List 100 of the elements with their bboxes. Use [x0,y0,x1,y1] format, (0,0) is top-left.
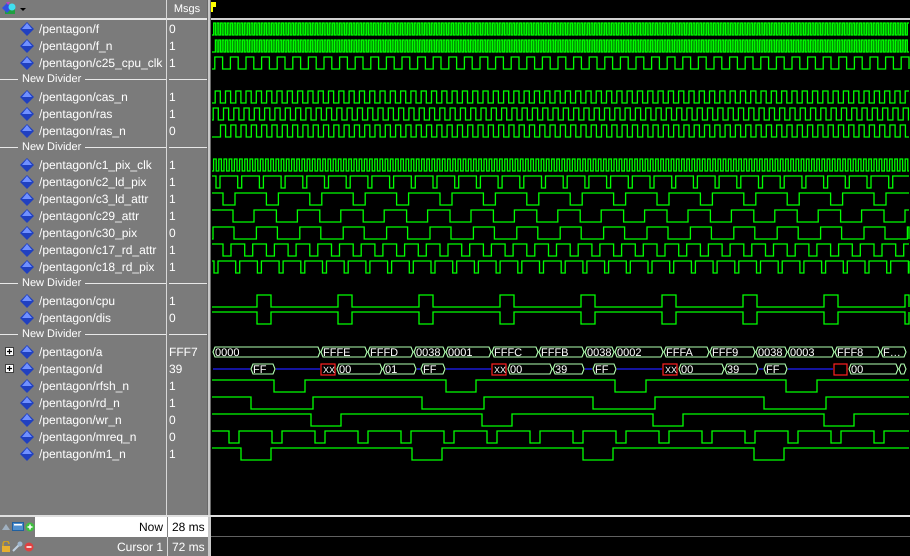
signal-name[interactable]: /pentagon/m1_n [39,444,126,462]
signal-value: 1 [169,54,176,72]
signal-icon [20,56,34,70]
signal-icon [20,242,34,256]
signal-name[interactable]: /pentagon/ras_n [39,122,126,140]
divider-label: New Divider [22,140,82,156]
bus-value-segment: 00 [678,363,725,376]
signal-icon [20,38,34,52]
signal-value: 1 [169,208,176,224]
cursor-label: Cursor 1 [116,538,163,556]
wrench-icon[interactable] [12,541,23,552]
signal-value: 0 [169,20,176,38]
bus-value-segment: FF [763,363,788,376]
signal-value: 1 [169,292,176,310]
bus-value-segment: 39 [552,363,585,376]
signal-value: 39 [169,360,182,378]
signal-name[interactable]: /pentagon/c2_ld_pix [39,172,146,190]
signal-name[interactable]: /pentagon/c18_rd_pix [39,258,154,276]
signal-icon [20,446,34,460]
monitor-icon[interactable] [12,522,24,532]
bus-value-segment [833,363,848,376]
signal-name[interactable]: /pentagon/rd_n [39,394,120,412]
signal-name[interactable]: /pentagon/ras [39,104,112,122]
bus-value-segment: 0000 [212,346,321,359]
signal-icon [20,344,34,358]
bus-value-segment: 0038 [755,346,788,359]
now-value: 28 ms [172,519,205,536]
signal-value: 0 [169,122,176,140]
bus-value-segment: 00 [507,363,553,376]
bus-value-segment: 01 [382,363,417,376]
signal-name[interactable]: /pentagon/mreq_n [39,428,136,446]
signal-icon [20,90,34,104]
signal-icon [20,192,34,206]
signal-name[interactable]: /pentagon/rfsh_n [39,376,130,394]
signal-value: 1 [169,446,176,462]
signal-name[interactable]: /pentagon/dis [39,308,112,326]
signal-name[interactable]: /pentagon/f_n [39,36,112,54]
signal-value: 0 [169,310,176,326]
signal-icon [20,260,34,274]
bus-value-segment: FFF9 [709,346,756,359]
signal-name[interactable]: /pentagon/c17_rd_attr [39,240,156,258]
signal-icon [20,412,34,426]
bus-value-segment: FFFA [663,346,710,359]
now-label: Now [138,519,163,536]
signal-name[interactable]: /pentagon/cpu [39,292,116,310]
bus-value-segment: FF [420,363,446,376]
high-impedance-line [617,368,662,370]
signal-value: 0 [169,428,176,446]
expand-icon[interactable] [5,347,14,356]
signal-name[interactable]: /pentagon/c3_ld_attr [39,190,148,208]
signal-icon [20,208,34,222]
bus-value-segment: 39 [724,363,759,376]
signal-name[interactable]: /pentagon/cas_n [39,88,128,106]
signal-value: 1 [169,88,176,106]
wave-tool-icon[interactable] [1,2,27,16]
signal-icon [20,226,34,240]
signal-name[interactable]: /pentagon/c1_pix_clk [39,156,152,174]
signal-name[interactable]: /pentagon/d [39,360,102,378]
signal-name[interactable]: /pentagon/c25_cpu_clk [39,54,162,72]
signal-icon [20,378,34,392]
signal-value: 1 [169,378,176,394]
signal-name[interactable]: /pentagon/c29_attr [39,206,140,224]
high-impedance-line [759,368,763,370]
signal-icon [20,106,34,120]
divider-label: New Divider [22,327,82,342]
bus-value-segment: 0038 [584,346,615,359]
signal-icon [20,310,34,324]
high-impedance-line [788,368,833,370]
signal-value: FFF7 [169,344,198,360]
signal-value: 1 [169,394,176,412]
bus-value-segment: FFF8 [834,346,881,359]
signal-value: 1 [169,174,176,190]
signal-name[interactable]: /pentagon/a [39,342,102,360]
signal-name[interactable]: /pentagon/c30_pix [39,224,138,242]
signal-value: 1 [169,38,176,54]
signal-icon [20,124,34,138]
signal-name[interactable]: /pentagon/f [39,20,100,38]
signal-icon [20,430,34,444]
signal-name[interactable]: /pentagon/wr_n [39,410,122,428]
bus-value-segment [898,363,907,375]
signal-value: 1 [169,242,176,258]
bus-value-segment: F… [880,346,907,359]
signal-icon [20,396,34,410]
bus-value-segment: 0038 [413,346,446,359]
remove-icon[interactable] [24,542,34,552]
signal-value: 1 [169,106,176,122]
signal-value: 0 [169,224,176,242]
signal-value: 1 [169,156,176,174]
bus-value-segment: 0002 [614,346,664,359]
divider-label: New Divider [22,72,82,88]
signal-icon [20,362,34,376]
bus-value-segment: FFFD [367,346,414,359]
high-impedance-line [446,368,491,370]
expand-icon[interactable] [5,364,14,373]
cursor-value: 72 ms [172,538,205,556]
bus-value-segment: FFFB [538,346,585,359]
column-header: Msgs [174,2,200,17]
add-icon[interactable] [25,522,35,532]
signal-icon [20,174,34,188]
high-impedance-line [417,368,420,370]
